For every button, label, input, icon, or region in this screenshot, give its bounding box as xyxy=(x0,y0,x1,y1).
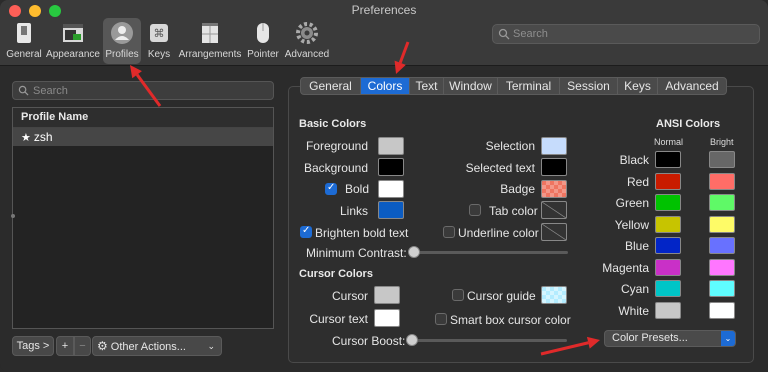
preferences-window: Preferences General Appearance Profiles … xyxy=(0,0,768,372)
arrow-to-profiles xyxy=(130,65,162,107)
arrow-to-colors-tab xyxy=(394,41,410,74)
arrow-to-color-presets xyxy=(540,336,600,356)
annotation-arrows xyxy=(130,41,600,356)
